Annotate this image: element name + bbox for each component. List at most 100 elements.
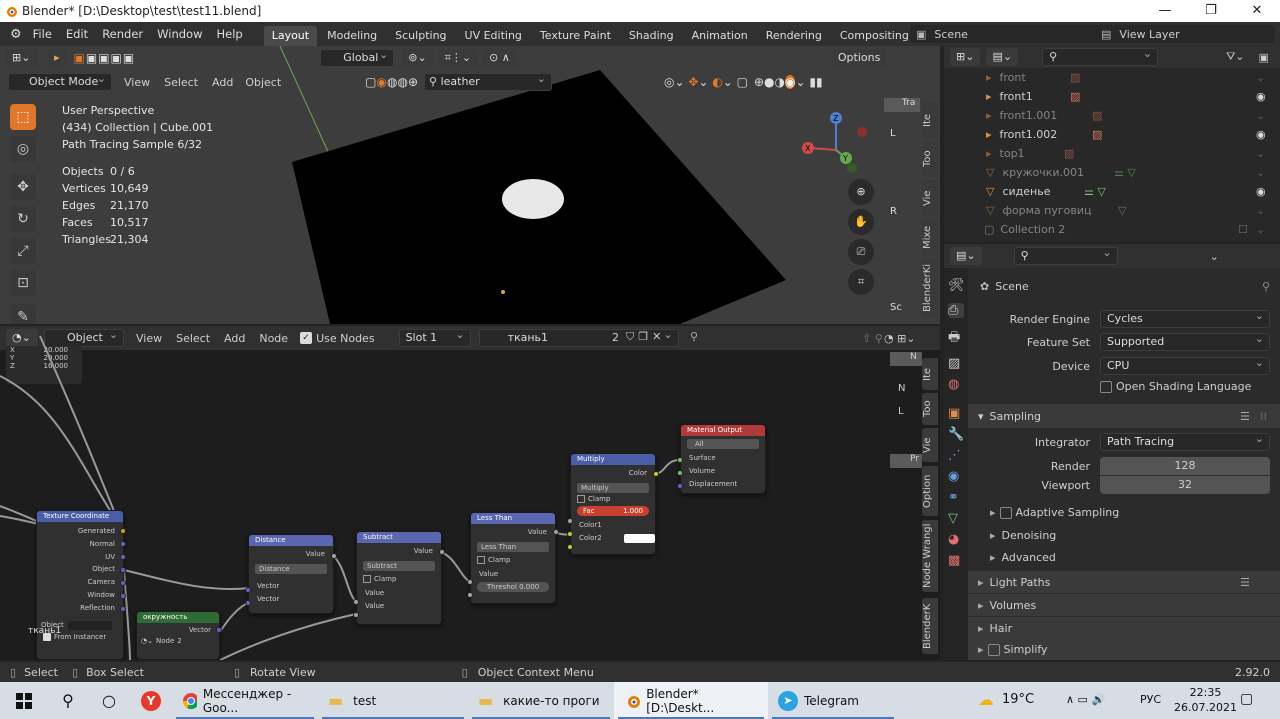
taskbar-blender[interactable]: Blender* [D:\Deskt... — [614, 682, 768, 719]
sidebar-tab-item[interactable]: Ite — [922, 102, 938, 138]
outliner-row[interactable]: ▸ top1 ▨ ⌄ — [944, 144, 1280, 163]
input-language[interactable]: РУС — [1140, 693, 1161, 706]
render-engine-dropdown[interactable]: Cycles — [1100, 308, 1270, 328]
integrator-dropdown[interactable]: Path Tracing — [1100, 431, 1270, 451]
viewport-menu-select[interactable]: Select — [164, 76, 198, 89]
node-sidebar-tab-tool[interactable]: Too — [922, 393, 938, 425]
cursor-tool-icon[interactable]: ◎ — [10, 136, 36, 162]
eye-icon[interactable]: ◉ — [1256, 90, 1266, 103]
scene-selector[interactable]: ▣ Scene — [910, 25, 1115, 43]
socket[interactable] — [653, 471, 659, 477]
output-target-dropdown[interactable]: All — [687, 439, 759, 449]
pivot-icon[interactable]: ⊚⌄ — [402, 49, 433, 67]
node-header[interactable]: окружность — [137, 612, 219, 623]
socket[interactable] — [567, 518, 573, 524]
tab-sculpting[interactable]: Sculpting — [387, 26, 454, 46]
transform-orientation-dropdown[interactable]: Global — [320, 47, 395, 67]
tool-tab-icon[interactable]: 🛠 — [948, 278, 965, 293]
viewport-3d[interactable]: ⊞⌄ ▸ ▣▣▣▣▣ Global ⊚⌄ ⌗⋮⌄ ⊙ ∧ Options Obj… — [0, 46, 940, 324]
properties-options-icon[interactable]: ⌄ — [1210, 250, 1219, 263]
render-samples-field[interactable]: 128 — [1100, 457, 1270, 475]
multiply-mix-node[interactable]: Multiply Color Multiply Clamp Fac 1.000 C… — [570, 453, 656, 555]
sampling-panel-header[interactable]: ▾ Sampling ☰ ⁞⁞ — [968, 404, 1280, 428]
socket[interactable] — [245, 600, 251, 606]
socket[interactable] — [677, 483, 683, 489]
feature-set-dropdown[interactable]: Supported — [1100, 331, 1270, 351]
texture-tab-icon[interactable]: ▩ — [948, 553, 964, 568]
node-editor-top-icons[interactable]: ⇧ ⚲ — [862, 332, 883, 345]
physics-tab-icon[interactable]: ◉ — [948, 469, 964, 484]
checkbox-icon[interactable]: ☐ — [1238, 223, 1248, 236]
viewport-shading-buttons[interactable]: ⊕●◑◉⌄ ▮▮ — [754, 75, 823, 89]
select-mode-icons[interactable]: ▣▣▣▣▣ — [74, 51, 136, 65]
adaptive-sampling-checkbox[interactable] — [999, 506, 1012, 519]
pin-icon[interactable]: ⚲ — [1262, 280, 1270, 293]
chevron-down-icon[interactable]: ⌄ — [1256, 71, 1265, 84]
socket[interactable] — [353, 612, 359, 618]
maximize-button[interactable]: ❐ — [1188, 0, 1234, 22]
socket[interactable] — [467, 592, 473, 598]
less-than-node[interactable]: Less Than Value Less Than Clamp Value Th… — [470, 512, 556, 604]
object-mode-dropdown[interactable]: Object Mode — [8, 71, 112, 91]
properties-editor[interactable]: ▤⌄ ⚲ ⌄ 🛠 ⎙ 🖶 ▨ ◍ ▣ 🔧 ⋰ ◉ ⚭ ▽ ◕ ▩ ✿ Scene… — [944, 244, 1280, 660]
denoising-subpanel[interactable]: ▸ Denoising — [990, 529, 1056, 542]
socket[interactable] — [677, 457, 683, 463]
chevron-down-icon[interactable]: ⌄ — [1256, 109, 1265, 122]
modifier-tab-icon[interactable]: 🔧 — [948, 427, 964, 442]
close-button[interactable]: ✕ — [1234, 0, 1280, 22]
outliner-row[interactable]: ▽ сиденье ⚌ ▽ ◉ — [944, 182, 1280, 201]
navigation-gizmo[interactable]: Z X Y — [796, 110, 876, 190]
threshold-field[interactable]: Threshol 0.000 — [477, 582, 549, 592]
tab-modeling[interactable]: Modeling — [319, 26, 385, 46]
data-tab-icon[interactable]: ▽ — [948, 511, 964, 526]
chevron-down-icon[interactable]: ⌄ — [1256, 147, 1265, 160]
output-tab-icon[interactable]: 🖶 — [948, 328, 964, 350]
outliner-row[interactable]: ▸ front ▨ ⌄ — [944, 68, 1280, 87]
subtract-node[interactable]: Subtract Value Subtract Clamp Value Valu… — [356, 531, 442, 625]
viewport-samples-field[interactable]: 32 — [1100, 476, 1270, 494]
socket[interactable] — [439, 549, 445, 555]
node-group-selector[interactable]: ◔⌄ Node 2 — [141, 637, 215, 645]
gizmo-toggles[interactable]: ◎⌄ ✥⌄ ◐⌄ ▢ — [664, 75, 748, 89]
search-icon[interactable]: ⚲ — [48, 682, 88, 719]
pan-hand-icon[interactable]: ✋ — [848, 209, 874, 235]
eye-icon[interactable]: ◉ — [1256, 128, 1266, 141]
volumes-panel[interactable]: ▸ Volumes — [968, 594, 1280, 616]
clamp-checkbox[interactable] — [577, 495, 585, 503]
socket[interactable] — [467, 579, 473, 585]
menu-edit[interactable]: Edit — [59, 27, 95, 41]
filter-icon[interactable]: ⛛⌄ — [1226, 50, 1244, 64]
distance-node[interactable]: Distance Value Distance Vector Vector — [248, 534, 334, 614]
render-tab-icon[interactable]: ⎙ — [948, 303, 964, 318]
node-editor[interactable]: ◔⌄ Object View Select Add Node ✓ Use Nod… — [0, 326, 940, 660]
material-search-field[interactable]: ⚲ leather — [424, 71, 552, 91]
tab-animation[interactable]: Animation — [684, 26, 756, 46]
viewport-shading-mini-icons[interactable]: ▢◉◍◍⊕ — [365, 75, 418, 89]
socket[interactable] — [245, 587, 251, 593]
taskbar-folder-test[interactable]: ▬ test — [318, 682, 468, 719]
ortho-toggle-icon[interactable]: ⌗ — [848, 269, 874, 295]
light-paths-panel[interactable]: ▸ Light Paths ☰ — [968, 571, 1280, 593]
outliner-row[interactable]: ▽ форма пуговиц ▽ ⌄ — [944, 201, 1280, 220]
blend-mode-dropdown[interactable]: Multiply — [577, 483, 649, 493]
annotate-tool-icon[interactable]: ✎ — [10, 304, 36, 324]
color2-swatch[interactable] — [623, 534, 655, 543]
viewport-menu-add[interactable]: Add — [212, 76, 233, 89]
sidebar-node-header[interactable]: N — [890, 352, 922, 366]
menu-render[interactable]: Render — [95, 27, 150, 41]
node-header[interactable]: Material Output — [681, 425, 765, 436]
outliner-search-field[interactable]: ⚲ — [1042, 46, 1159, 66]
clock[interactable]: 22:35 26.07.2021 — [1174, 685, 1237, 715]
clamp-checkbox[interactable] — [477, 556, 485, 564]
fac-slider[interactable]: Fac 1.000 — [577, 506, 649, 516]
snap-icon[interactable]: ⌗⋮⌄ — [438, 49, 478, 67]
tab-uv-editing[interactable]: UV Editing — [457, 26, 530, 46]
sidebar-tab-mixer[interactable]: Mixe — [922, 219, 938, 255]
node-sidebar-tab-view[interactable]: Vie — [922, 428, 938, 462]
chevron-down-icon[interactable]: ⌄ — [1256, 166, 1265, 179]
socket[interactable] — [331, 553, 337, 559]
socket[interactable] — [567, 544, 573, 550]
view-layer-tab-icon[interactable]: ▨ — [948, 356, 964, 371]
constraints-tab-icon[interactable]: ⚭ — [948, 490, 964, 505]
device-dropdown[interactable]: CPU — [1100, 355, 1270, 375]
